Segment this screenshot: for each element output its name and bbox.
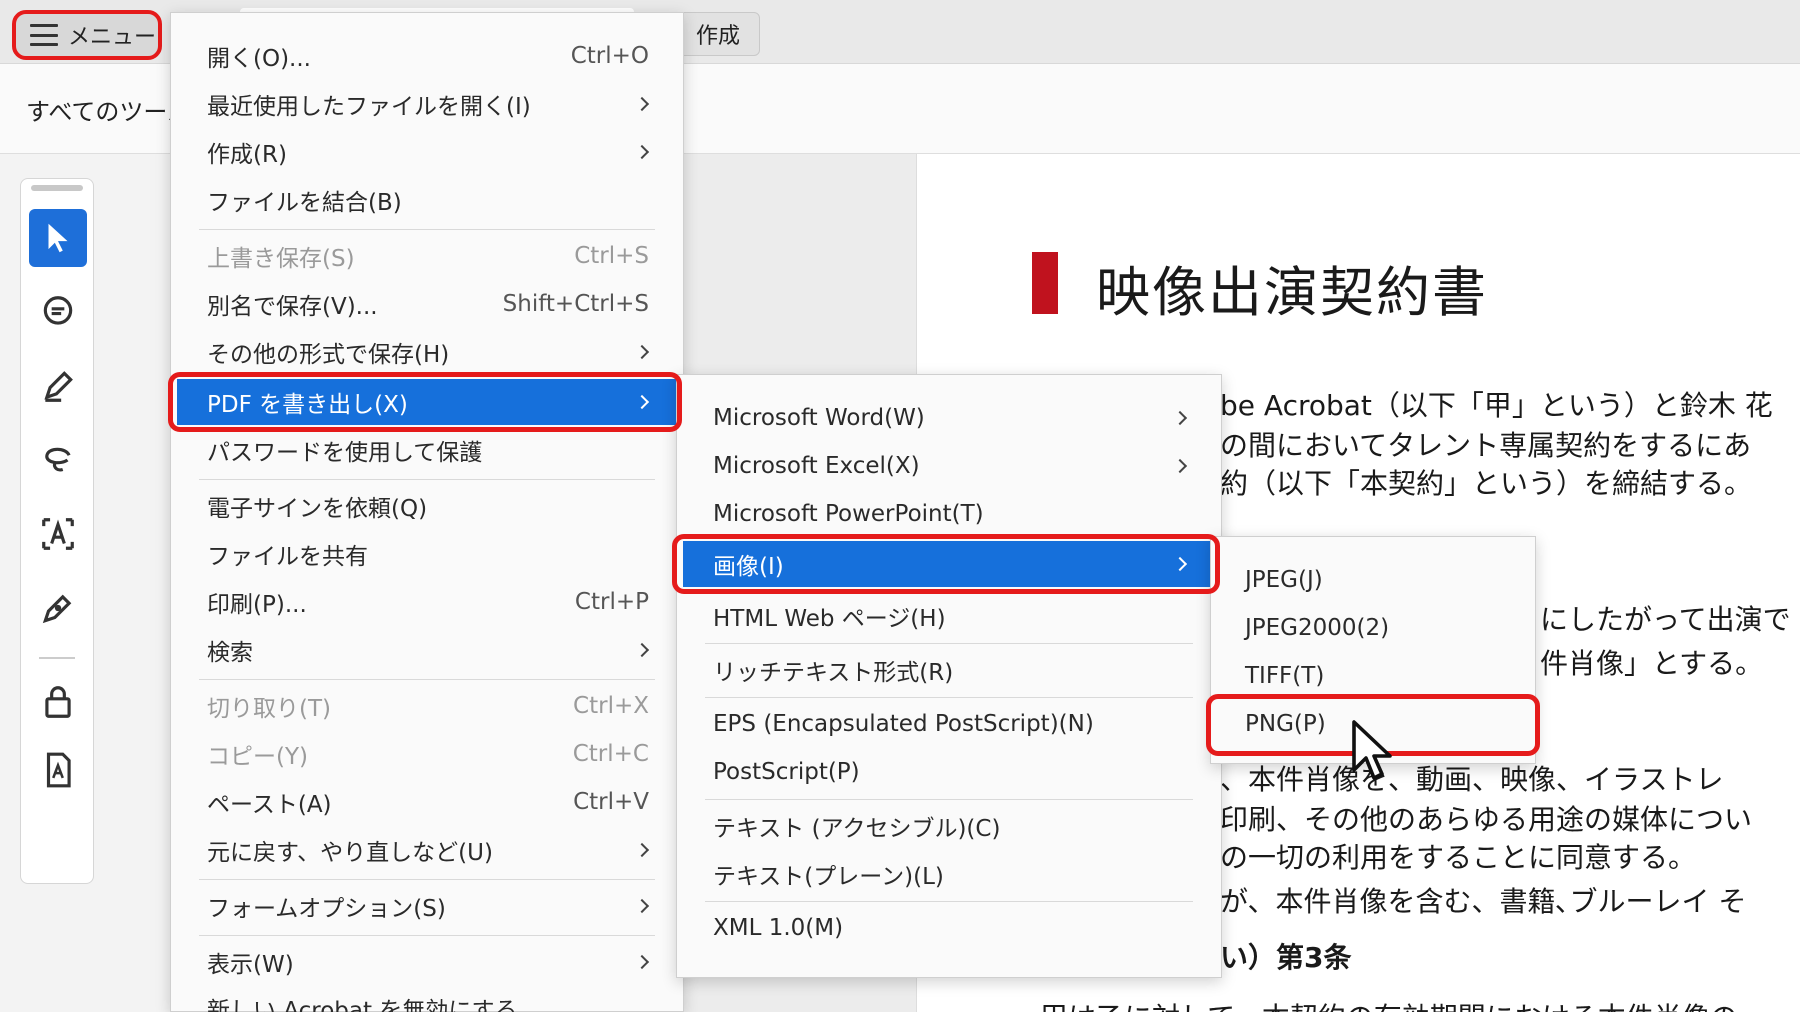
select-tool[interactable] [29, 209, 87, 267]
sign-tool[interactable] [29, 579, 87, 637]
export-word[interactable]: Microsoft Word(W) [677, 395, 1221, 441]
document-line: にしたがって出演で [1540, 603, 1791, 636]
export-pdf-submenu: Microsoft Word(W) Microsoft Excel(X) Mic… [676, 374, 1222, 978]
tool-rail: … [20, 178, 94, 1012]
create-button[interactable]: 作成 [676, 12, 760, 56]
menu-item-save: 上書き保存(S) Ctrl+S [207, 243, 649, 272]
menu-item-save-as[interactable]: 別名で保存(V)... Shift+Ctrl+S [171, 281, 683, 327]
protect-tool[interactable] [29, 673, 87, 731]
export-powerpoint[interactable]: Microsoft PowerPoint(T) [677, 491, 1221, 537]
document-line: い）第3条 [1220, 941, 1352, 974]
export-rtf[interactable]: リッチテキスト形式(R) [677, 647, 1221, 693]
menu-item-create[interactable]: 作成(R) [171, 129, 683, 175]
hamburger-icon [30, 24, 58, 46]
draw-tool[interactable] [29, 431, 87, 489]
document-line: be Acrobat（以下「甲」という）と鈴木 花 [1220, 389, 1773, 422]
menu-item-esign[interactable]: 電子サインを依頼(Q) [171, 483, 683, 529]
chevron-right-icon [634, 144, 650, 160]
lock-icon [45, 686, 71, 718]
text-tool[interactable] [29, 505, 87, 563]
menu-button-label: メニュー [68, 25, 157, 50]
document-line: の間においてタレント専属契約をするにあ [1220, 429, 1752, 462]
lasso-icon [45, 447, 71, 472]
pen-icon [44, 371, 73, 402]
menu-divider [705, 799, 1193, 800]
mouse-cursor-icon [1352, 720, 1392, 780]
menu-item-paste[interactable]: ペースト(A) Ctrl+V [171, 779, 683, 825]
chevron-right-icon [1172, 458, 1188, 474]
export-xml[interactable]: XML 1.0(M) [677, 905, 1221, 951]
export-postscript[interactable]: PostScript(P) [677, 749, 1221, 795]
more-tools-icon[interactable]: … [21, 1005, 95, 1012]
menu-item-open[interactable]: 開く(O)... Ctrl+O [171, 33, 683, 79]
comment-icon [43, 296, 73, 325]
image-jpeg[interactable]: JPEG(J) [1211, 557, 1535, 603]
export-image[interactable]: 画像(I) [683, 541, 1215, 587]
menu-divider [199, 679, 655, 680]
comment-tool[interactable] [29, 283, 87, 341]
document-line: 、本件肖像を、動画、映像、イラストレ [1220, 763, 1724, 796]
export-eps[interactable]: EPS (Encapsulated PostScript)(N) [677, 701, 1221, 747]
pointer-icon [48, 223, 68, 253]
menu-item-combine[interactable]: ファイルを結合(B) [171, 177, 683, 223]
menu-divider [705, 697, 1193, 698]
menu-divider [199, 229, 655, 230]
export-html[interactable]: HTML Web ページ(H) [677, 593, 1221, 639]
menu-button[interactable]: メニュー [12, 10, 162, 60]
export-text-plain[interactable]: テキスト(プレーン)(L) [677, 851, 1221, 897]
chevron-right-icon [1172, 556, 1188, 572]
menu-item-cut: 切り取り(T) Ctrl+X [207, 693, 649, 722]
menu-item-print[interactable]: 印刷(P)... Ctrl+P [171, 579, 683, 625]
document-line: 印刷、その他のあらゆる用途の媒体につい [1220, 803, 1753, 836]
rail-divider [39, 657, 75, 659]
chevron-right-icon [634, 954, 650, 970]
document-title: 映像出演契約書 [1096, 261, 1488, 324]
chevron-right-icon [634, 842, 650, 858]
chevron-right-icon [634, 642, 650, 658]
highlight-tool[interactable] [29, 357, 87, 415]
menu-divider [199, 935, 655, 936]
document-line: の一切の利用をすることに同意する。 [1220, 841, 1697, 874]
image-tiff[interactable]: TIFF(T) [1211, 653, 1535, 699]
menu-item-password[interactable]: パスワードを使用して保護 [171, 427, 683, 473]
image-jpeg2000[interactable]: JPEG2000(2) [1211, 605, 1535, 651]
menu-item-share[interactable]: ファイルを共有 [171, 531, 683, 577]
menu-divider [705, 643, 1193, 644]
document-line: 件肖像」とする。 [1540, 647, 1764, 680]
title-mark [1032, 252, 1058, 314]
document-line: が、本件肖像を含む、書籍､ブルーレイ そ [1220, 885, 1747, 918]
chevron-right-icon [1172, 410, 1188, 426]
export-text-accessible[interactable]: テキスト (アクセシブル)(C) [677, 803, 1221, 849]
main-menu: 開く(O)... Ctrl+O 最近使用したファイルを開く(I) 作成(R) ファ… [170, 12, 684, 1012]
chevron-right-icon [634, 96, 650, 112]
text-box-icon [42, 518, 74, 550]
menu-item-copy: コピー(Y) Ctrl+C [207, 741, 649, 770]
menu-item-save-other[interactable]: その他の形式で保存(H) [171, 329, 683, 375]
menu-item-form-options[interactable]: フォームオプション(S) [171, 883, 683, 929]
document-line: 甲は乙に対して、本契約の有効期間における本件肖像の [1040, 996, 1738, 1012]
menu-divider [199, 479, 655, 480]
menu-item-export-pdf[interactable]: PDF を書き出し(X) [177, 379, 677, 425]
all-tools-tab[interactable]: すべてのツール [26, 92, 191, 127]
chevron-right-icon [634, 394, 650, 410]
menu-item-recent[interactable]: 最近使用したファイルを開く(I) [171, 81, 683, 127]
menu-item-undo[interactable]: 元に戻す、やり直しなど(U) [171, 827, 683, 873]
chevron-right-icon [634, 898, 650, 914]
menu-item-view[interactable]: 表示(W) [171, 939, 683, 985]
signature-icon [42, 594, 72, 624]
menu-item-search[interactable]: 検索 [171, 627, 683, 673]
pdf-edit-tool[interactable] [29, 741, 87, 799]
document-line: 約（以下「本契約」という）を締結する。 [1220, 467, 1753, 500]
document-icon [46, 752, 71, 788]
export-excel[interactable]: Microsoft Excel(X) [677, 443, 1221, 489]
menu-item-disable-new-acrobat[interactable]: 新しい Acrobat を無効にする [171, 985, 683, 1012]
rail-grip[interactable] [31, 185, 83, 191]
chevron-right-icon [634, 344, 650, 360]
menu-divider [199, 879, 655, 880]
menu-divider [705, 901, 1193, 902]
